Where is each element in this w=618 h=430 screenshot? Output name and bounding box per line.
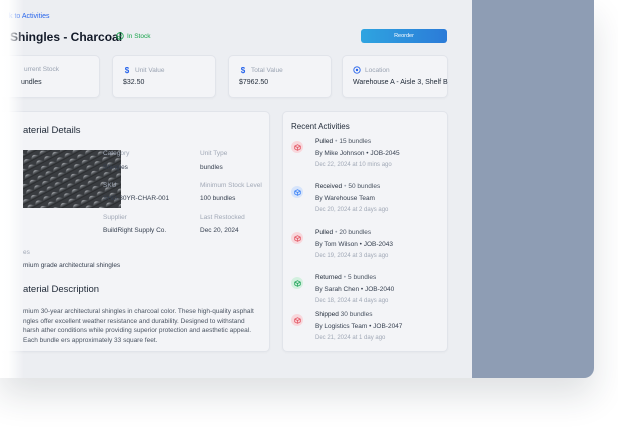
stat-value: Warehouse A - Aisle 3, Shelf B [353, 79, 448, 86]
dollar-icon: $ [240, 66, 246, 75]
stock-status-label: In Stock [127, 32, 151, 40]
stat-label: Total Value [251, 67, 283, 74]
activity-time: Dec 19, 2024 at 3 days ago [315, 253, 389, 259]
activity-item[interactable]: Shipped 30 bundles By Logistics Team • JO… [291, 311, 441, 349]
stat-card-location: Location Warehouse A - Aisle 3, Shelf B [342, 55, 448, 98]
activity-action: Shipped [315, 311, 339, 318]
package-icon [291, 186, 303, 198]
package-icon [291, 232, 303, 244]
activity-time: Dec 18, 2024 at 4 days ago [315, 298, 389, 304]
package-icon [291, 141, 303, 153]
stat-value: $7962.50 [239, 79, 269, 86]
min-stock-label: Minimum Stock Level [200, 182, 262, 189]
activity-quantity: 5 bundles [348, 274, 377, 281]
separator-dot: • [335, 229, 338, 236]
stat-label: Location [365, 66, 390, 74]
activity-time: Dec 20, 2024 at 2 days ago [315, 207, 389, 213]
sku-label: SKU [103, 182, 117, 189]
app-window: k to Activities Shingles - Charcoal In S… [0, 0, 594, 378]
stat-label: urrent Stock [24, 66, 60, 73]
stat-card-unit-value: $ Unit Value $32.50 [112, 55, 216, 98]
material-details-card: aterial Details Category Shingles Unit T… [0, 111, 270, 352]
min-stock-value: 100 bundles [200, 195, 236, 202]
supplier-value: BuildRight Supply Co. [103, 227, 167, 234]
stat-value: undles [21, 79, 42, 86]
check-circle-icon [116, 32, 124, 40]
activity-item[interactable]: Received • 50 bundles By Warehouse Team Dec … [291, 183, 441, 221]
separator-dot: • [335, 138, 338, 145]
activity-action: Pulled [315, 138, 334, 145]
activity-quantity: 50 bundles [348, 183, 381, 190]
category-value: Shingles [103, 164, 128, 171]
package-icon [291, 277, 303, 289]
dollar-icon: $ [124, 66, 130, 75]
activity-item[interactable]: Pulled • 20 bundles By Tom Wilson • JOB-204… [291, 229, 441, 267]
recent-activities-title: Recent Activities [291, 122, 350, 131]
stock-status-badge: In Stock [116, 32, 150, 40]
last-restocked-value: Dec 20, 2024 [200, 227, 239, 234]
activity-by: By Tom Wilson • JOB-2043 [315, 241, 394, 248]
location-pin-icon [353, 66, 361, 74]
supplier-label: Supplier [103, 214, 127, 221]
package-icon [291, 314, 303, 326]
last-restocked-label: Last Restocked [200, 214, 245, 221]
activity-by: By Logistics Team • JOB-2047 [315, 323, 403, 330]
activity-quantity: 30 bundles [340, 311, 373, 318]
activity-item[interactable]: Pulled • 15 bundles By Mike Johnson • JOB-2… [291, 138, 441, 176]
activity-item[interactable]: Returned • 5 bundles By Sarah Chen • JOB-20… [291, 274, 441, 312]
activity-quantity: 15 bundles [339, 138, 372, 145]
reorder-button[interactable]: Reorder [361, 29, 447, 43]
category-label: Category [103, 150, 130, 157]
activity-action: Received [315, 183, 343, 190]
separator-dot: • [344, 183, 347, 190]
side-panel [472, 0, 594, 378]
stat-value: $32.50 [123, 79, 145, 86]
material-details-title: aterial Details [23, 125, 81, 136]
notes-value: mium grade architectural shingles [23, 262, 121, 269]
recent-activities-card: Recent Activities Pulled • 15 bundles By Mi… [282, 111, 448, 352]
activity-quantity: 20 bundles [339, 229, 372, 236]
page-title: Shingles - Charcoal [10, 30, 123, 44]
material-description-text: mium 30-year architectural shingles in c… [23, 308, 254, 344]
sku-value: SHG-30YR-CHAR-001 [103, 195, 170, 202]
activity-by: By Mike Johnson • JOB-2045 [315, 150, 400, 157]
activity-by: By Sarah Chen • JOB-2040 [315, 286, 395, 293]
stat-label: Unit Value [135, 67, 165, 74]
activity-action: Pulled [315, 229, 334, 236]
separator-dot: • [343, 274, 347, 281]
activity-time: Dec 22, 2024 at 10 mins ago [315, 162, 392, 168]
activity-time: Dec 21, 2024 at 1 day ago [315, 335, 386, 341]
unit-type-value: bundles [200, 164, 223, 171]
back-to-activities-link[interactable]: k to Activities [9, 13, 49, 20]
stat-card-current-stock: urrent Stock undles [0, 55, 100, 98]
unit-type-label: Unit Type [200, 150, 228, 157]
stat-card-total-value: $ Total Value $7962.50 [228, 55, 332, 98]
notes-label: es [23, 249, 30, 256]
main-content: k to Activities Shingles - Charcoal In S… [0, 0, 472, 378]
material-description-title: aterial Description [23, 284, 100, 295]
activity-by: By Warehouse Team [315, 195, 375, 202]
activity-action: Returned [315, 274, 342, 281]
